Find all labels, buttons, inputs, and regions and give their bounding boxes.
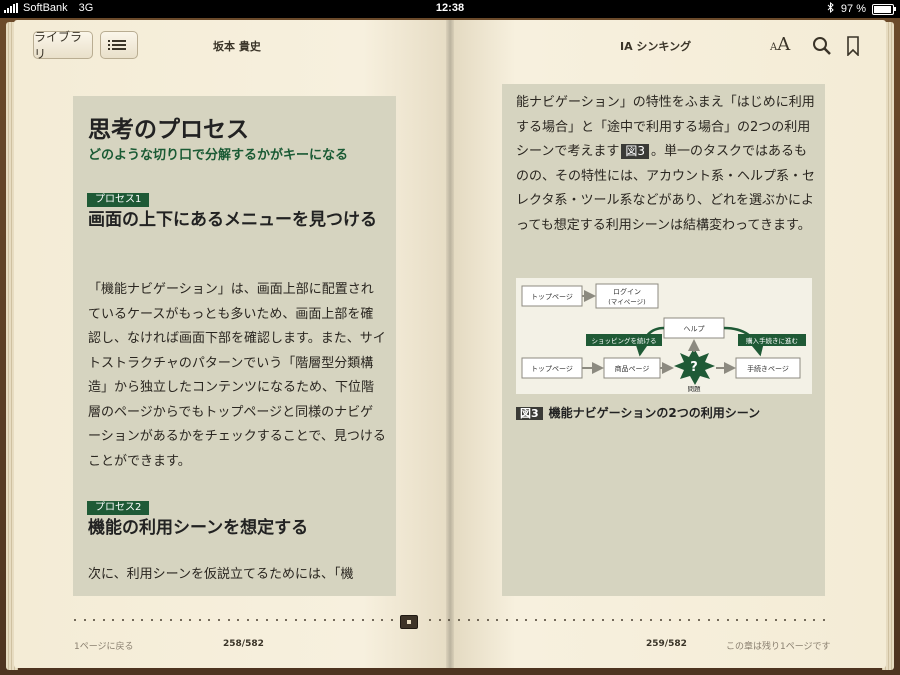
figure-reference[interactable]: 図3 — [621, 144, 649, 159]
status-bar: SoftBank 3G 12:38 97 % — [0, 0, 900, 18]
battery-percent: 97 % — [840, 3, 866, 15]
scrubber-dot — [275, 619, 278, 621]
caption-label: 図3 — [516, 407, 543, 420]
carrier-name: SoftBank — [23, 2, 68, 14]
left-page-number: 258/582 — [223, 639, 264, 649]
scrubber-dot — [602, 619, 604, 621]
scrubber-dot — [323, 619, 326, 621]
scrubber-dot — [227, 619, 230, 621]
table-of-contents-button[interactable] — [100, 31, 138, 59]
process1-title: 画面の上下にあるメニューを見つける — [88, 210, 377, 230]
right-body-text: 能ナビゲーション」の特性をふまえ「はじめに利用する場合」と「途中で利用する場合」… — [516, 91, 816, 238]
back-to-page-link[interactable]: 1ページに戻る — [74, 639, 134, 652]
font-large-icon: A — [777, 34, 791, 55]
signal-icon — [4, 3, 18, 13]
figure-3-diagram[interactable]: トップページ ログイン (マイページ) ヘルプ ショッピングを続ける 購入手続き… — [516, 278, 812, 394]
scrubber-dot — [746, 619, 748, 621]
bluetooth-icon — [827, 1, 835, 16]
process2-body: 次に、利用シーンを仮説立てるためには、「機 — [88, 567, 354, 582]
scrubber-dot — [198, 619, 201, 621]
process1-tag: プロセス1 — [87, 193, 150, 207]
scrubber-dot — [342, 619, 345, 621]
scrubber-dot — [582, 619, 585, 621]
chapter-remaining: この章は残り1ページです — [726, 642, 831, 652]
left-page-content: 思考のプロセス どのような切り口で分解するかがキーになる プロセス1 画面の上下… — [73, 96, 396, 596]
scrubber-dot — [458, 619, 460, 621]
figure-label-problem: 問題 — [688, 385, 702, 393]
scrubber-dot — [314, 619, 316, 621]
figure-caption: 図3 機能ナビゲーションの2つの利用シーン — [516, 404, 760, 421]
font-size-button[interactable]: AA — [770, 34, 790, 55]
scrubber-dot — [294, 619, 297, 621]
scrubber-dot — [726, 619, 729, 621]
scrubber-dot — [246, 619, 249, 621]
scrubber-dot — [534, 619, 537, 621]
caption-text: 機能ナビゲーションの2つの利用シーン — [548, 406, 761, 420]
scrubber-dot — [563, 619, 566, 621]
list-icon — [108, 38, 126, 52]
scrubber-dot — [74, 619, 76, 621]
book-title: IA シンキング — [620, 40, 692, 53]
figure-node-procedure: 手続きページ — [747, 364, 789, 373]
scrubber-dot — [122, 619, 124, 621]
scrubber-dot — [390, 619, 393, 621]
scrubber-dot — [554, 619, 556, 621]
scrubber-dot — [83, 619, 86, 621]
clock: 12:38 — [435, 2, 465, 14]
scrubber-dot — [506, 619, 508, 621]
scrubber-dot — [707, 619, 710, 621]
scrubber-dot — [650, 619, 652, 621]
process1-body: 「機能ナビゲーション」は、画面上部に配置されているケースがもっとも多いため、画面… — [88, 282, 386, 469]
scrubber-dot — [179, 619, 182, 621]
scrubber-dot — [611, 619, 614, 621]
process2-title: 機能の利用シーンを想定する — [88, 518, 309, 538]
scrubber-dot — [371, 619, 374, 621]
scrubber-dot — [362, 619, 364, 621]
scrubber-dot — [678, 619, 681, 621]
author-name: 坂本 貴史 — [213, 40, 261, 53]
scrubber-dot — [150, 619, 153, 621]
figure-label-proceed: 購入手続きに進む — [746, 336, 798, 345]
scrubber-dot — [467, 619, 470, 621]
chapter-subtitle: どのような切り口で分解するかがキーになる — [88, 148, 349, 163]
chapter-title: 思考のプロセス — [88, 117, 249, 143]
figure-node-login: ログイン — [613, 287, 641, 296]
process2-tag: プロセス2 — [87, 501, 150, 515]
figure-label-continue: ショッピングを続ける — [592, 336, 657, 345]
scrubber-dot — [170, 619, 172, 621]
figure-question-mark: ? — [690, 360, 698, 375]
scrubber-dot — [630, 619, 633, 621]
figure-node-help: ヘルプ — [684, 325, 705, 333]
scrubber-dot — [131, 619, 134, 621]
scrubber-dot — [659, 619, 662, 621]
right-page-number: 259/582 — [646, 639, 687, 649]
scrubber-dot — [698, 619, 700, 621]
search-icon[interactable] — [812, 36, 832, 56]
scrubber-dot — [794, 619, 796, 621]
scrubber-dot — [803, 619, 806, 621]
figure-node-top-page: トップページ — [531, 293, 573, 301]
scrubber-dot — [102, 619, 105, 621]
scrubber-dot — [266, 619, 268, 621]
figure-node-mypage: (マイページ) — [608, 298, 645, 306]
book-spine — [446, 20, 454, 668]
page-scrubber-handle[interactable] — [400, 615, 418, 629]
scrubber-dot — [218, 619, 220, 621]
scrubber-dot — [774, 619, 777, 621]
scrubber-dot — [755, 619, 758, 621]
scrubber-dot — [486, 619, 489, 621]
scrubber-dot — [822, 619, 825, 621]
figure-node-product: 商品ページ — [615, 364, 650, 373]
battery-icon — [872, 3, 896, 15]
scrubber-dot — [515, 619, 518, 621]
right-page-content: 能ナビゲーション」の特性をふまえ「はじめに利用する場合」と「途中で利用する場合」… — [502, 84, 825, 596]
scrubber-dot — [438, 619, 441, 621]
network-type: 3G — [78, 2, 94, 14]
figure-node-top-page-2: トップページ — [531, 365, 573, 373]
library-button[interactable]: ライブラリ — [33, 30, 93, 61]
bookmark-icon[interactable] — [846, 36, 860, 57]
